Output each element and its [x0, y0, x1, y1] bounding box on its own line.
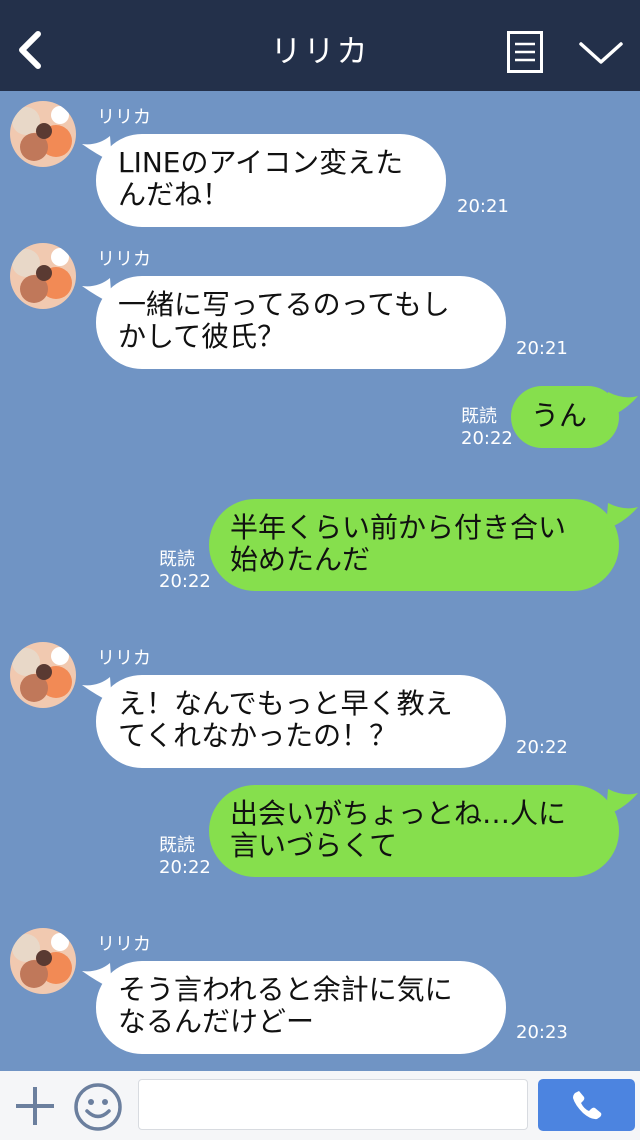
plus-icon[interactable] [14, 1085, 56, 1127]
sender-name: リリカ [97, 249, 151, 270]
sender-name: リリカ [97, 648, 151, 669]
bubble-tail [606, 392, 638, 418]
avatar[interactable] [10, 928, 76, 994]
phone-icon [573, 1091, 602, 1120]
message-line: 半年くらい前から付き合い [230, 511, 567, 544]
read-receipt: 既読 [159, 835, 195, 856]
message-bubble[interactable]: LINEのアイコン変えた んだね！ [96, 134, 446, 227]
sender-name: リリカ [97, 107, 151, 128]
message-bubble[interactable]: 出会いがちょっとね…人に 言いづらくて [209, 785, 619, 877]
avatar[interactable] [10, 243, 76, 309]
message-line: LINEのアイコン変えた [118, 146, 404, 179]
message-line: 一緒に写ってるのってもし [118, 288, 450, 321]
message-bubble[interactable]: うん [511, 386, 619, 448]
call-button[interactable] [538, 1079, 635, 1131]
emoji-icon[interactable] [73, 1082, 123, 1132]
message-line: てくれなかったの！？ [118, 719, 398, 752]
read-receipt: 既読 [159, 549, 195, 570]
read-receipt: 既読 [461, 406, 497, 427]
message-line: かして彼氏？ [118, 320, 286, 353]
message-line: なるんだけどー [118, 1005, 315, 1038]
message-line: うん [531, 399, 588, 432]
message-bubble[interactable]: 半年くらい前から付き合い 始めたんだ [209, 499, 619, 591]
message-line: んだね！ [118, 178, 231, 211]
message-input[interactable] [138, 1079, 528, 1130]
timestamp: 20:21 [516, 338, 568, 359]
avatar[interactable] [10, 101, 76, 167]
chat-title: リリカ [270, 34, 370, 70]
timestamp: 20:22 [461, 428, 513, 449]
menu-list-icon[interactable] [507, 31, 543, 73]
timestamp: 20:22 [159, 857, 211, 878]
message-bubble[interactable]: 一緒に写ってるのってもし かして彼氏？ [96, 276, 506, 369]
message-bubble[interactable]: え！なんでもっと早く教え てくれなかったの！？ [96, 675, 506, 768]
message-line: え！なんでもっと早く教え [118, 687, 453, 720]
bubble-tail [606, 789, 638, 815]
timestamp: 20:22 [516, 737, 568, 758]
timestamp: 20:22 [159, 571, 211, 592]
chevron-down-icon[interactable] [578, 38, 624, 68]
timestamp: 20:23 [516, 1022, 568, 1043]
timestamp: 20:21 [457, 196, 509, 217]
input-bar [0, 1071, 640, 1140]
message-bubble[interactable]: そう言われると余計に気に なるんだけどー [96, 961, 506, 1054]
chat-header: リリカ [0, 0, 640, 91]
avatar[interactable] [10, 642, 76, 708]
message-line: 始めたんだ [230, 543, 371, 576]
message-line: そう言われると余計に気に [118, 973, 453, 1006]
sender-name: リリカ [97, 934, 151, 955]
bubble-tail [606, 503, 638, 529]
message-line: 出会いがちょっとね…人に [230, 797, 567, 830]
message-line: 言いづらくて [230, 829, 398, 862]
